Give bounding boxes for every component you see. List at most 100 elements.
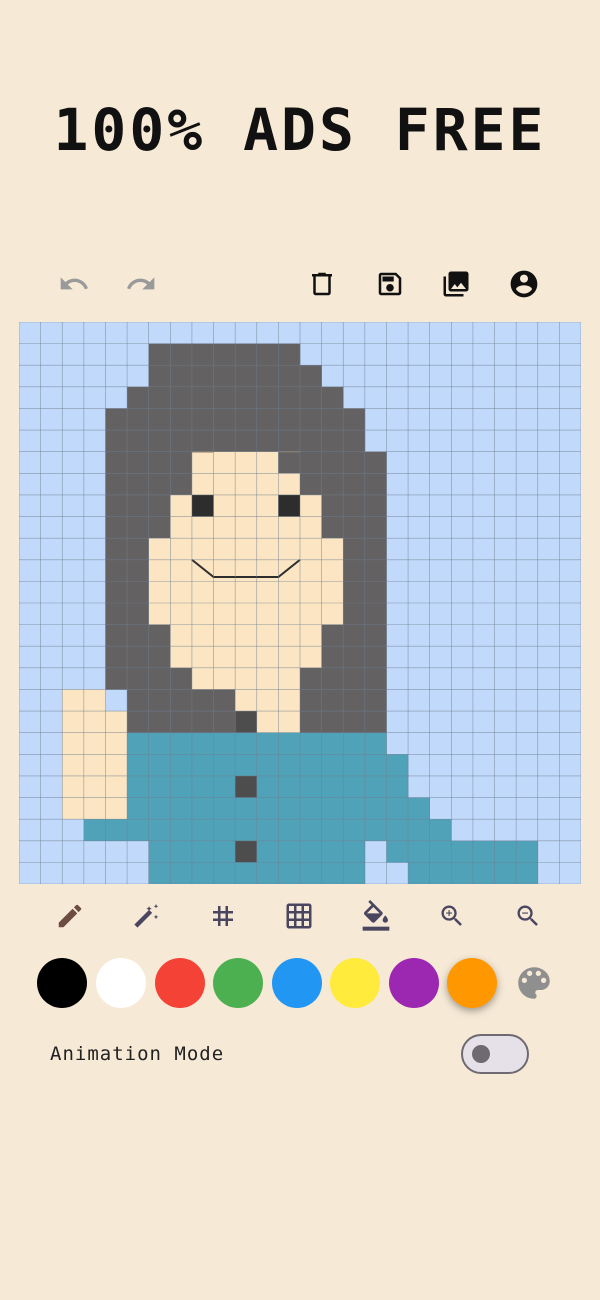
pixel — [256, 408, 279, 431]
color-swatch[interactable] — [213, 958, 263, 1008]
pixel — [235, 516, 258, 539]
pixel — [321, 667, 344, 690]
pixel — [278, 797, 301, 820]
pixel — [343, 754, 366, 777]
pixel — [170, 603, 193, 625]
pixel — [83, 754, 106, 777]
pixel — [321, 451, 344, 474]
grid-tool[interactable] — [200, 893, 246, 939]
animation-mode-toggle[interactable] — [461, 1034, 529, 1074]
save-button[interactable] — [368, 262, 412, 306]
pixel — [213, 840, 236, 863]
pixel — [278, 386, 301, 409]
pixel — [170, 819, 193, 842]
pixel — [278, 667, 301, 690]
pixel — [235, 862, 258, 884]
pixel — [213, 754, 236, 777]
animation-mode-label: Animation Mode — [50, 1043, 225, 1065]
pixel — [321, 711, 344, 733]
color-swatch[interactable] — [155, 958, 205, 1008]
pixel — [105, 516, 128, 539]
pixel — [191, 754, 214, 777]
pixel — [191, 711, 214, 733]
pixel — [62, 711, 85, 733]
account-button[interactable] — [502, 262, 546, 306]
color-swatch[interactable] — [330, 958, 380, 1008]
pixel — [105, 430, 128, 452]
pixel — [127, 711, 149, 733]
pixel — [300, 538, 322, 561]
undo-button[interactable] — [52, 262, 96, 306]
pixel — [364, 646, 387, 669]
pixel — [300, 775, 322, 798]
pixel — [343, 516, 366, 539]
pixel — [321, 386, 344, 409]
pixel — [105, 797, 128, 820]
pixel — [191, 365, 214, 388]
pixel — [278, 624, 301, 647]
fill-bucket-tool[interactable] — [353, 893, 399, 939]
pixel — [83, 732, 106, 755]
pixel — [170, 430, 193, 452]
shirt-button-pixel — [235, 840, 257, 863]
pixel — [148, 840, 171, 863]
pixel — [343, 430, 366, 452]
pixel — [321, 559, 344, 582]
pixel — [321, 603, 344, 625]
zoom-out-tool[interactable] — [505, 893, 551, 939]
pixel — [62, 732, 85, 755]
pixel — [213, 408, 236, 431]
grid-on-tool[interactable] — [276, 893, 322, 939]
pixel — [235, 559, 258, 582]
pixel — [213, 494, 236, 517]
pixel — [278, 754, 301, 777]
pixel — [343, 840, 366, 863]
pixel — [343, 862, 366, 884]
zoom-in-tool[interactable] — [429, 893, 475, 939]
pixel — [105, 408, 128, 431]
pixel — [170, 862, 193, 884]
pixel — [278, 473, 301, 496]
pixel — [105, 711, 128, 733]
pixel — [170, 754, 193, 777]
pixel — [191, 862, 214, 884]
pixel — [256, 797, 279, 820]
pixel — [364, 516, 387, 539]
pixel — [256, 754, 279, 777]
pixel — [235, 819, 258, 842]
color-swatch[interactable] — [447, 958, 497, 1008]
pixel — [170, 538, 193, 561]
pixel — [213, 343, 236, 366]
pixel — [127, 516, 149, 539]
pixel — [256, 494, 279, 517]
pixel — [148, 819, 171, 842]
pixel — [429, 819, 452, 842]
pixel — [170, 624, 193, 647]
color-swatch[interactable] — [37, 958, 87, 1008]
delete-button[interactable] — [300, 262, 344, 306]
pixel — [127, 473, 149, 496]
magic-wand-tool[interactable] — [123, 893, 169, 939]
color-swatch[interactable] — [272, 958, 322, 1008]
pixel-canvas-area[interactable] — [19, 322, 581, 884]
pixel — [148, 559, 171, 582]
redo-button[interactable] — [119, 262, 163, 306]
pixel — [300, 365, 322, 388]
pixel — [83, 797, 106, 820]
pixel — [235, 538, 258, 561]
pencil-tool[interactable] — [47, 893, 93, 939]
pixel — [191, 581, 214, 604]
pixel — [170, 840, 193, 863]
color-swatch[interactable] — [389, 958, 439, 1008]
pixel — [300, 408, 322, 431]
pixel-canvas[interactable] — [19, 322, 581, 884]
pixel — [191, 819, 214, 842]
color-swatch[interactable] — [96, 958, 146, 1008]
pixel — [191, 624, 214, 647]
pixel — [191, 603, 214, 625]
gallery-button[interactable] — [434, 262, 478, 306]
pixel — [127, 624, 149, 647]
pixel — [127, 603, 149, 625]
pixel — [105, 538, 128, 561]
palette-button[interactable] — [509, 958, 559, 1008]
